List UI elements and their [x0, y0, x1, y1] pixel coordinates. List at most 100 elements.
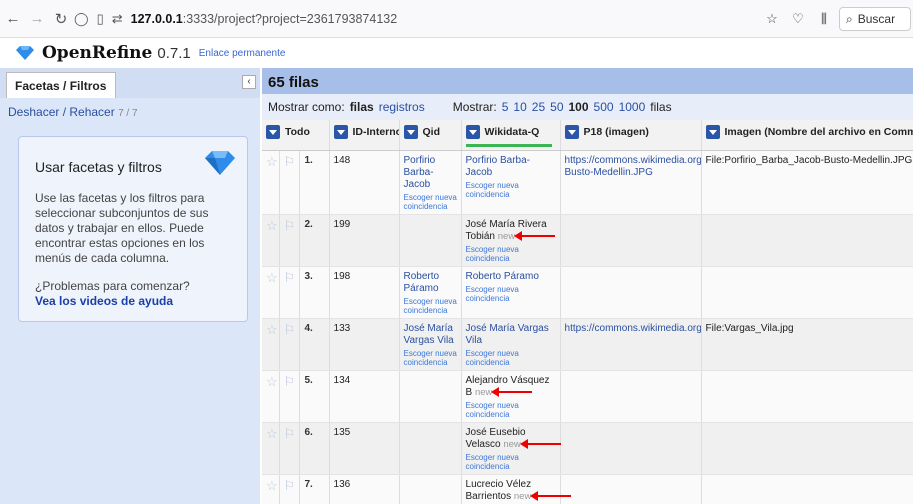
bookmark-star-icon[interactable]: ☆ [761, 11, 783, 27]
page-size-option[interactable]: 25 [532, 100, 545, 114]
browser-search-input[interactable]: ⌕ Buscar [839, 7, 911, 31]
dropdown-icon[interactable] [705, 125, 720, 139]
flag-icon[interactable]: ⚐ [279, 474, 300, 504]
collapse-panel-icon[interactable]: ‹ [242, 75, 256, 89]
page-size-option[interactable]: 50 [550, 100, 563, 114]
qid-cell[interactable]: Roberto Páramo Escoger nueva coincidencia [399, 266, 462, 319]
flag-icon[interactable]: ⚐ [279, 266, 300, 319]
wikidata-cell[interactable]: José María Vargas Vila Escoger nueva coin… [461, 318, 561, 371]
wikidata-match-link[interactable]: Porfirio Barba-Jacob [466, 155, 530, 178]
image-cell[interactable] [701, 422, 913, 475]
star-icon[interactable]: ☆ [262, 318, 280, 371]
page-size-option[interactable]: 500 [594, 100, 614, 114]
dropdown-icon[interactable] [465, 125, 480, 139]
undo-redo-label[interactable]: Deshacer / Rehacer [8, 105, 115, 119]
page-size-option[interactable]: 5 [502, 100, 509, 114]
wikidata-cell[interactable]: Porfirio Barba-Jacob Escoger nueva coinci… [461, 150, 561, 215]
column-header-p18[interactable]: P18 (imagen) [560, 120, 702, 151]
id-cell[interactable]: 136 [329, 474, 400, 504]
page-size-option[interactable]: 100 [569, 100, 589, 114]
flag-icon[interactable]: ⚐ [279, 318, 300, 371]
library-icon[interactable]: ⫼ [813, 11, 835, 27]
mode-rows[interactable]: filas [350, 100, 374, 114]
address-bar[interactable]: ◯ ▯ ⇄ 127.0.0.1 :3333/project?project=23… [74, 7, 774, 31]
star-icon[interactable]: ☆ [262, 150, 280, 215]
p18-cell[interactable] [560, 422, 702, 475]
p18-cell[interactable] [560, 214, 702, 267]
id-cell[interactable]: 133 [329, 318, 400, 371]
qid-match-link[interactable]: Porfirio Barba-Jacob [404, 155, 436, 190]
star-icon[interactable]: ☆ [262, 266, 280, 319]
id-cell[interactable]: 148 [329, 150, 400, 215]
pocket-icon[interactable]: ♡ [787, 11, 809, 27]
dropdown-icon[interactable] [403, 125, 418, 139]
column-header-image[interactable]: Imagen (Nombre del archivo en Commons [701, 120, 913, 151]
qid-cell[interactable]: Porfirio Barba-Jacob Escoger nueva coinci… [399, 150, 462, 215]
qid-match-link[interactable]: José María Vargas Vila [404, 323, 454, 346]
flag-icon[interactable]: ⚐ [279, 370, 300, 423]
tab-facets-filters[interactable]: Facetas / Filtros [6, 72, 116, 98]
p18-cell[interactable] [560, 474, 702, 504]
undo-redo-tab[interactable]: Deshacer / Rehacer 7 / 7 [0, 98, 260, 124]
image-cell[interactable] [701, 266, 913, 319]
p18-cell[interactable] [560, 370, 702, 423]
dropdown-icon[interactable] [333, 125, 348, 139]
wikidata-cell[interactable]: Alejandro Vásquez B new Escoger nueva coi… [461, 370, 561, 423]
star-icon[interactable]: ☆ [262, 214, 280, 267]
permalink-link[interactable]: Enlace permanente [199, 48, 286, 59]
qid-match-link[interactable]: Roberto Páramo [404, 271, 440, 294]
qid-cell[interactable] [399, 370, 462, 423]
star-icon[interactable]: ☆ [262, 370, 280, 423]
column-header-wikidata[interactable]: Wikidata-Q [461, 120, 561, 151]
wikidata-match-link[interactable]: Roberto Páramo [466, 271, 539, 282]
p18-cell[interactable]: https://commons.wikimedia.org/wiki/File:… [560, 318, 702, 371]
p18-cell[interactable] [560, 266, 702, 319]
wikidata-cell[interactable]: Lucrecio Vélez Barrientos newEscoger nue… [461, 474, 561, 504]
qid-cell[interactable]: José María Vargas Vila Escoger nueva coin… [399, 318, 462, 371]
id-cell[interactable]: 134 [329, 370, 400, 423]
app-name[interactable]: OpenRefine [42, 43, 152, 63]
dropdown-icon[interactable] [266, 125, 280, 139]
choose-new-match-link[interactable]: Escoger nueva coincidencia [404, 297, 458, 315]
reload-icon[interactable]: ↻ [50, 10, 72, 28]
star-icon[interactable]: ☆ [262, 474, 280, 504]
page-size-option[interactable]: 1000 [619, 100, 646, 114]
column-header-id[interactable]: ID-Interno [329, 120, 400, 151]
image-cell[interactable] [701, 370, 913, 423]
qid-cell[interactable] [399, 214, 462, 267]
choose-new-match-link[interactable]: Escoger nueva coincidencia [466, 285, 557, 303]
flag-icon[interactable]: ⚐ [279, 150, 300, 215]
help-videos-link[interactable]: Vea los videos de ayuda [35, 294, 233, 309]
wikidata-cell[interactable]: Roberto Páramo Escoger nueva coincidencia [461, 266, 561, 319]
page-size-option[interactable]: 10 [513, 100, 526, 114]
back-arrow-icon[interactable]: ← [2, 10, 24, 27]
wikidata-cell[interactable]: José María Rivera Tobián new Escoger nuev… [461, 214, 561, 267]
wikidata-cell[interactable]: José Eusebio Velasco new Escoger nueva co… [461, 422, 561, 475]
choose-new-match-link[interactable]: Escoger nueva coincidencia [466, 181, 557, 199]
choose-new-match-link[interactable]: Escoger nueva coincidencia [466, 349, 557, 367]
choose-new-match-link[interactable]: Escoger nueva coincidencia [404, 349, 458, 367]
qid-cell[interactable] [399, 474, 462, 504]
permissions-icon[interactable]: ⇄ [112, 11, 123, 27]
dropdown-icon[interactable] [564, 125, 579, 139]
forward-arrow-icon[interactable]: → [26, 10, 48, 27]
flag-icon[interactable]: ⚐ [279, 214, 300, 267]
image-cell[interactable]: File:Vargas_Vila.jpg [701, 318, 913, 371]
image-cell[interactable] [701, 474, 913, 504]
id-cell[interactable]: 199 [329, 214, 400, 267]
p18-cell[interactable]: https://commons.wikimedia.org/wiki/File:… [560, 150, 702, 215]
id-cell[interactable]: 198 [329, 266, 400, 319]
mode-records[interactable]: registros [379, 100, 425, 114]
choose-new-match-link[interactable]: Escoger nueva coincidencia [404, 193, 458, 211]
column-header-qid[interactable]: Qid [399, 120, 462, 151]
choose-new-match-link[interactable]: Escoger nueva coincidencia [466, 401, 557, 419]
image-cell[interactable] [701, 214, 913, 267]
choose-new-match-link[interactable]: Escoger nueva coincidencia [466, 245, 557, 263]
id-cell[interactable]: 135 [329, 422, 400, 475]
choose-new-match-link[interactable]: Escoger nueva coincidencia [466, 453, 557, 471]
flag-icon[interactable]: ⚐ [279, 422, 300, 475]
image-cell[interactable]: File:Porfirio_Barba_Jacob-Busto-Medellin… [701, 150, 913, 215]
qid-cell[interactable] [399, 422, 462, 475]
wikidata-match-link[interactable]: José María Vargas Vila [466, 323, 549, 346]
column-header-all[interactable]: Todo [262, 120, 330, 151]
